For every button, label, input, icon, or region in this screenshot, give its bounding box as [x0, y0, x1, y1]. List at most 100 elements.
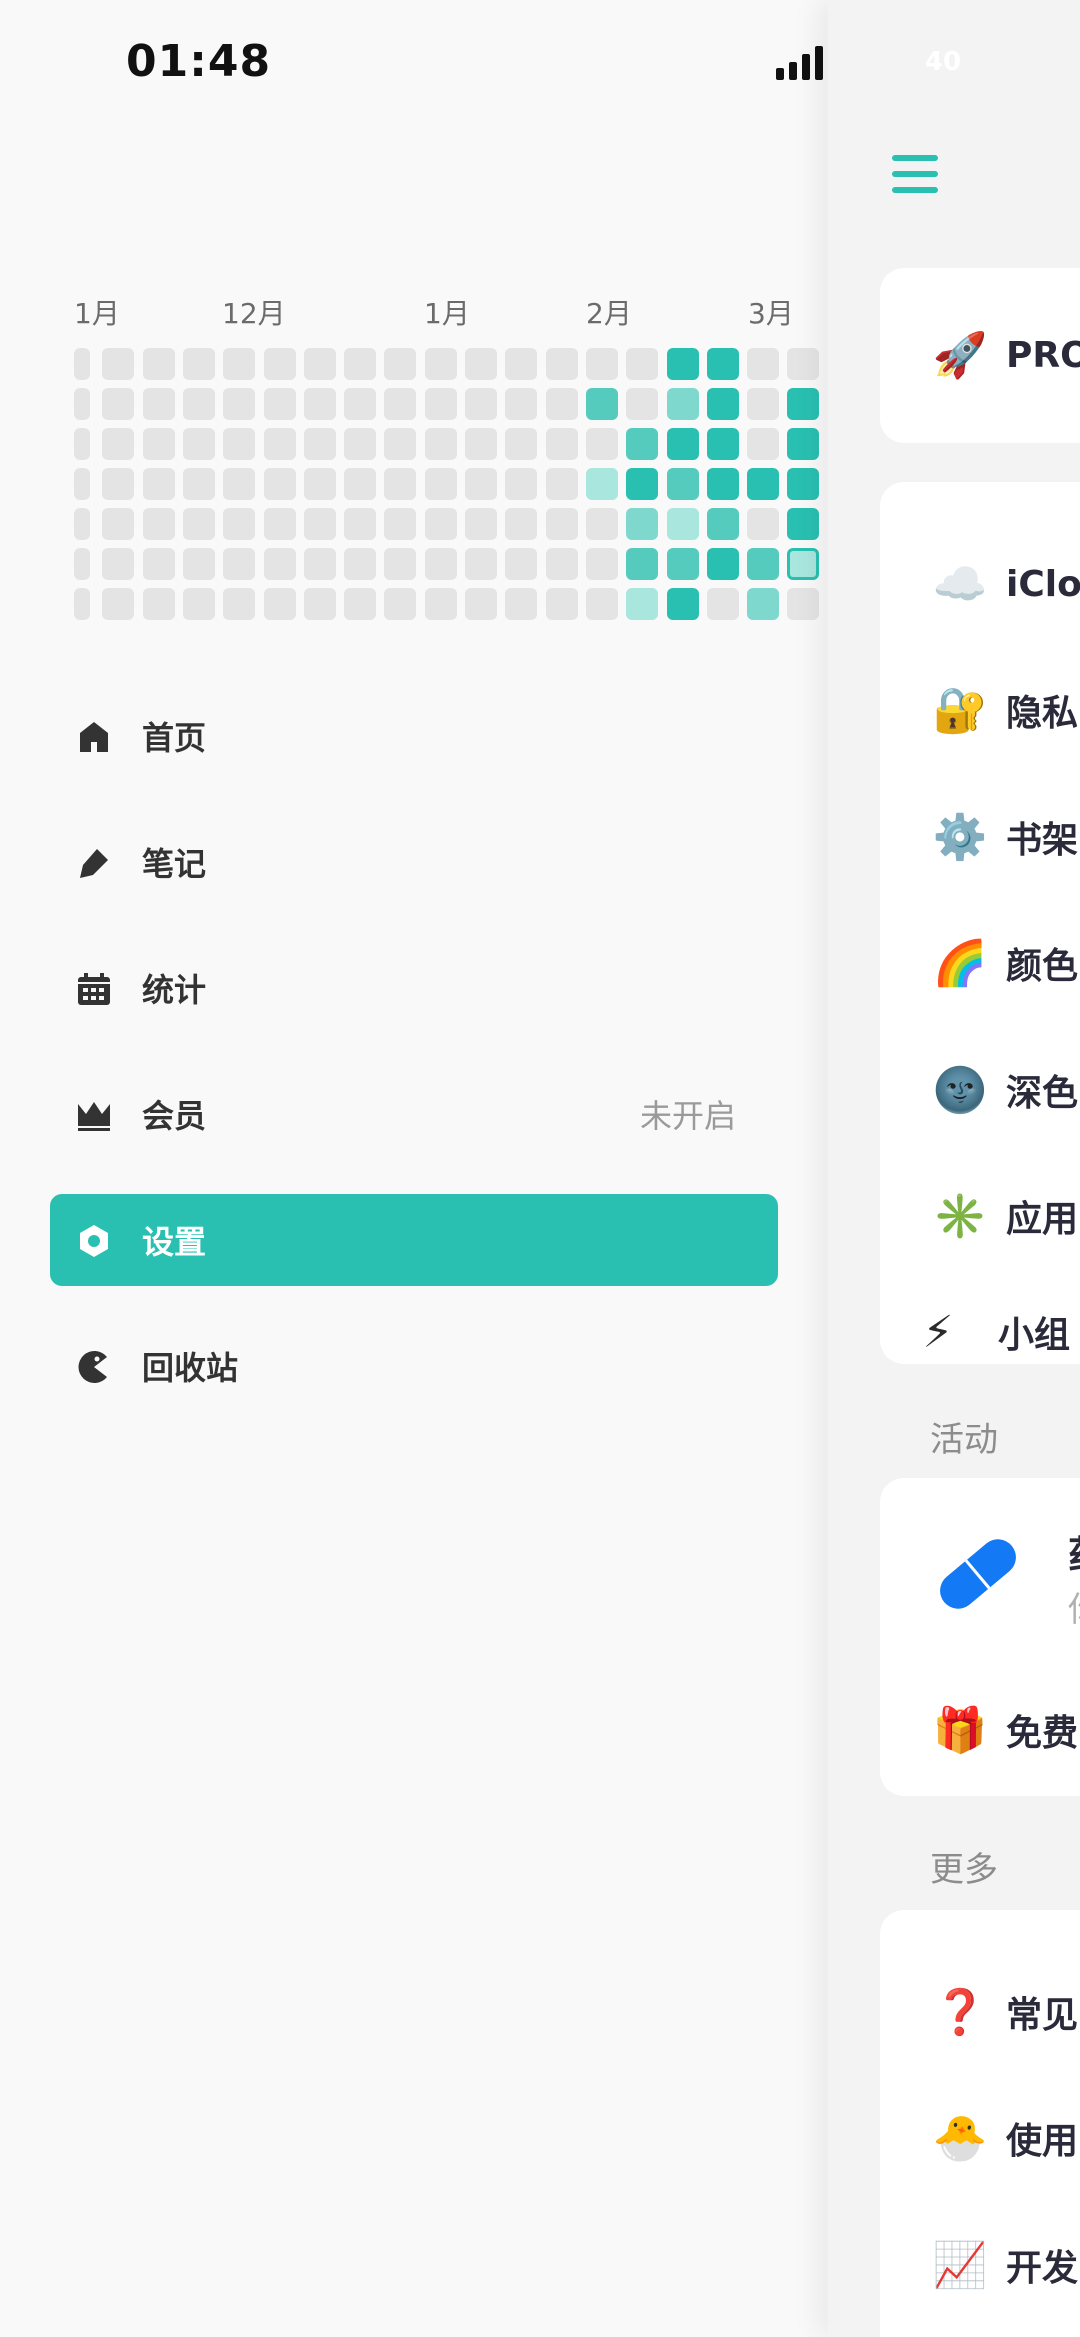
pill-icon: [940, 1539, 1016, 1609]
chick-icon: 🐣: [932, 2113, 988, 2164]
heatmap-cell: [465, 348, 497, 380]
heatmap-cell: [142, 588, 175, 620]
nav-item-stats[interactable]: 统计: [50, 942, 778, 1034]
heatmap-cell: [424, 428, 457, 460]
heatmap-cell: [384, 548, 417, 580]
heatmap-cell: [223, 388, 256, 420]
heatmap-cell: [424, 548, 457, 580]
pro-label: PRO: [1006, 334, 1080, 376]
heatmap-cell: [384, 468, 417, 500]
row-label: 应用: [1006, 1199, 1079, 1240]
heatmap-cell: [303, 428, 336, 460]
heatmap-cell: [706, 468, 739, 500]
heatmap-cell: [74, 548, 90, 580]
heatmap-cell: [263, 468, 296, 500]
heatmap-cell: [344, 588, 377, 620]
more-row-guide[interactable]: 🐣 使用: [880, 2098, 1080, 2178]
activity-row-free-gift[interactable]: 🎁 免费: [880, 1690, 1080, 1770]
heatmap-cell: [666, 508, 699, 540]
nav-item-trash[interactable]: 回收站: [50, 1320, 778, 1412]
heatmap-cell: [344, 548, 377, 580]
heatmap-cell: [182, 548, 215, 580]
heatmap-cell: [545, 428, 578, 460]
heatmap-cell: [223, 428, 256, 460]
status-time: 01:48: [126, 36, 272, 87]
row-label: 小组: [998, 1315, 1071, 1356]
heatmap-cell: [182, 428, 215, 460]
heatmap-cell: [74, 348, 90, 380]
nav-item-settings[interactable]: 设置: [50, 1194, 778, 1286]
nav-item-home[interactable]: 首页: [50, 690, 778, 782]
chart-up-icon: 📈: [932, 2240, 988, 2291]
month-label: 12月: [222, 297, 286, 330]
nav-label: 首页: [142, 719, 207, 757]
settings-row-color[interactable]: 🌈 颜色: [880, 923, 1080, 1003]
heatmap-cell: [344, 388, 377, 420]
heatmap-cell: [465, 508, 497, 540]
settings-row-app[interactable]: ✳️ 应用: [880, 1176, 1080, 1256]
heatmap-cell: [505, 468, 538, 500]
heatmap-cell: [182, 468, 215, 500]
nav-label: 会员: [142, 1097, 207, 1135]
settings-row-privacy[interactable]: 🔐 隐私: [880, 670, 1080, 750]
heatmap-cell: [787, 588, 820, 620]
heatmap-cell: [142, 548, 175, 580]
settings-row-dark-mode[interactable]: 🌚 深色: [880, 1050, 1080, 1130]
heatmap-cell: [666, 588, 699, 620]
more-card: ❓ 常见 🐣 使用 📈 开发: [880, 1910, 1080, 2337]
settings-row-icloud[interactable]: ☁️ iClo: [880, 544, 1080, 624]
month-label: 2月: [586, 297, 632, 330]
heatmap-cell: [626, 348, 659, 380]
heatmap-cell: [142, 388, 175, 420]
heatmap-cell: [303, 548, 336, 580]
activity-heatmap: [0, 348, 820, 624]
heatmap-cell: [626, 548, 659, 580]
nav-item-membership[interactable]: 会员 未开启: [50, 1068, 778, 1160]
nav-item-notes[interactable]: 笔记: [50, 816, 778, 908]
heatmap-cell: [465, 548, 497, 580]
heatmap-cell: [74, 508, 90, 540]
heatmap-cell: [545, 548, 578, 580]
more-row-faq[interactable]: ❓ 常见: [880, 1972, 1080, 2052]
trash-icon: [78, 1351, 107, 1383]
heatmap-cell: [424, 588, 457, 620]
settings-row-widget[interactable]: ⚡ 小组: [880, 1302, 1080, 1362]
heatmap-cell: [465, 468, 497, 500]
heatmap-cell: [263, 508, 296, 540]
more-row-developer[interactable]: 📈 开发: [880, 2225, 1080, 2305]
home-icon: [80, 722, 108, 752]
heatmap-cell: [303, 588, 336, 620]
heatmap-cell: [787, 508, 820, 540]
nav-label: 统计: [142, 971, 207, 1009]
heatmap-cell: [263, 588, 296, 620]
menu-icon[interactable]: [892, 155, 938, 193]
pro-row[interactable]: 🚀 PRO: [880, 315, 1080, 395]
heatmap-cell: [787, 428, 820, 460]
heatmap-cell: [706, 348, 739, 380]
heatmap-cell: [706, 588, 739, 620]
heatmap-cell: [424, 508, 457, 540]
heatmap-cell: [142, 428, 175, 460]
heatmap-cell: [626, 588, 659, 620]
nav-label: 设置: [142, 1223, 207, 1261]
heatmap-cell: [303, 508, 336, 540]
rocket-icon: 🚀: [932, 330, 988, 381]
heatmap-cell: [263, 388, 296, 420]
heatmap-cell: [626, 468, 659, 500]
row-label: 免费: [1006, 1713, 1079, 1754]
heatmap-cell: [344, 348, 377, 380]
pro-card[interactable]: 🚀 PRO: [880, 268, 1080, 443]
heatmap-cell: [74, 588, 90, 620]
heatmap-cell: [182, 388, 215, 420]
heatmap-cell: [223, 588, 256, 620]
settings-row-bookshelf[interactable]: ⚙️ 书架: [880, 797, 1080, 877]
heatmap-cell: [142, 508, 175, 540]
heatmap-cell: [626, 388, 659, 420]
asterisk-icon: ✳️: [932, 1191, 988, 1242]
heatmap-cell: [74, 428, 90, 460]
cellular-signal-icon: [776, 44, 823, 80]
heatmap-cell: [787, 468, 820, 500]
gear-icon: ⚙️: [932, 812, 988, 863]
heatmap-cell: [505, 548, 538, 580]
heatmap-cell: [465, 588, 497, 620]
